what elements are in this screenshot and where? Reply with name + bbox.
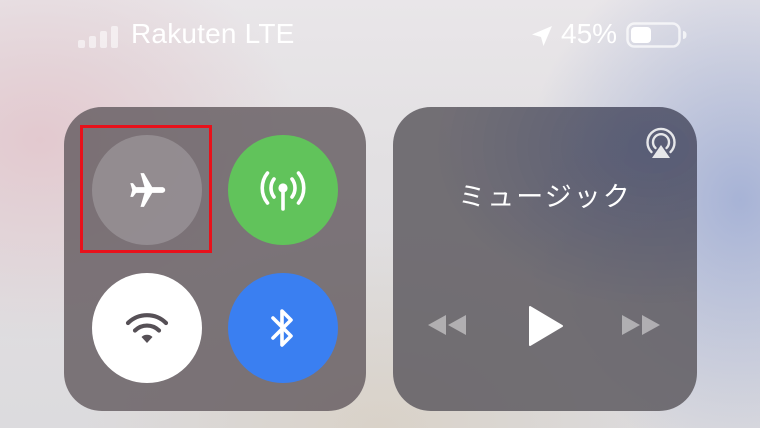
rewind-button[interactable] (423, 307, 471, 343)
airplay-icon[interactable] (643, 125, 679, 161)
rewind-icon (428, 315, 466, 335)
fast-forward-icon (622, 315, 660, 335)
fast-forward-button[interactable] (617, 307, 665, 343)
carrier-label: Rakuten LTE (131, 18, 295, 49)
battery-icon (626, 22, 687, 48)
status-bar: Rakuten LTE 45% (0, 0, 760, 70)
signal-bar (89, 36, 96, 48)
airplane-icon (130, 173, 166, 207)
wifi-icon (125, 313, 169, 343)
antenna-icon (260, 171, 306, 211)
battery-level-fill (631, 27, 651, 43)
connectivity-module (64, 107, 366, 411)
cellular-signal-icon (78, 24, 124, 48)
play-icon (529, 306, 563, 346)
wifi-toggle[interactable] (92, 273, 202, 383)
location-arrow-icon (532, 26, 552, 46)
cellular-data-toggle[interactable] (228, 135, 338, 245)
play-button[interactable] (521, 303, 569, 349)
bluetooth-toggle[interactable] (228, 273, 338, 383)
signal-bar (111, 26, 118, 48)
battery-percentage: 45% (561, 18, 618, 49)
airplane-mode-toggle[interactable] (92, 135, 202, 245)
signal-bar (78, 40, 85, 48)
music-title: ミュージック (458, 182, 632, 212)
bluetooth-icon (271, 309, 293, 347)
music-module[interactable]: ミュージック (393, 107, 697, 411)
signal-bar (100, 31, 107, 48)
